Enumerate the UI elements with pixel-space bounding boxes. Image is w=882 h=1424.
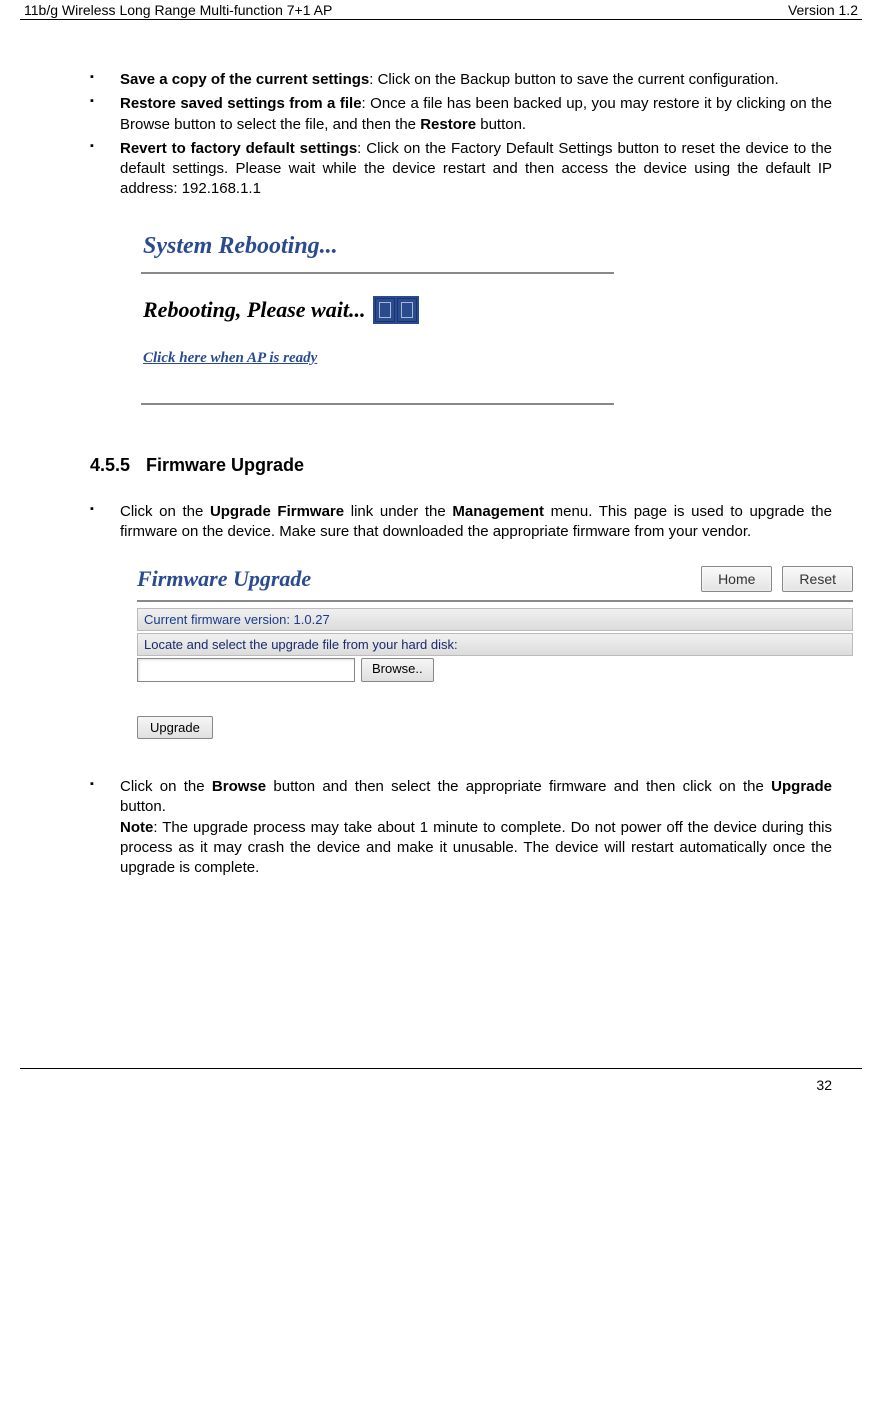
reboot-wait-text: Rebooting, Please wait... [143, 297, 365, 323]
bullet-browse-note: Click on the Browse button and then sele… [90, 777, 832, 878]
reboot-status-row: Rebooting, Please wait... [135, 274, 620, 332]
note-text: : The upgrade process may take about 1 m… [120, 819, 832, 877]
b2b: Upgrade Firmware [210, 503, 344, 520]
b2-end: button. [476, 116, 526, 133]
reboot-divider-2 [141, 403, 614, 405]
fw-divider [137, 600, 853, 602]
section-heading: 4.5.5Firmware Upgrade [90, 455, 832, 476]
b2-bold2: Restore [420, 116, 476, 133]
b3-bold: Revert to factory default settings [120, 140, 357, 157]
browse-button[interactable]: Browse.. [361, 658, 434, 682]
bullet-list-2: Click on the Upgrade Firmware link under… [90, 502, 832, 543]
b2d: Management [452, 503, 544, 520]
b3a: Click on the [120, 778, 212, 795]
countdown-icon [373, 296, 419, 324]
reboot-ready-link[interactable]: Click here when AP is ready [135, 332, 620, 375]
bullet-revert: Revert to factory default settings: Clic… [90, 139, 832, 200]
bullet-save-copy: Save a copy of the current settings: Cli… [90, 70, 832, 90]
home-button[interactable]: Home [701, 566, 772, 592]
bullet-restore: Restore saved settings from a file: Once… [90, 94, 832, 135]
fw-version-bar: Current firmware version: 1.0.27 [137, 608, 853, 631]
fw-title: Firmware Upgrade [137, 566, 691, 592]
bullet-list-1: Save a copy of the current settings: Cli… [90, 70, 832, 200]
header-right: Version 1.2 [788, 2, 858, 18]
bullet-list-3: Click on the Browse button and then sele… [90, 777, 832, 878]
reset-button[interactable]: Reset [782, 566, 853, 592]
fw-locate-bar: Locate and select the upgrade file from … [137, 633, 853, 656]
header-left: 11b/g Wireless Long Range Multi-function… [24, 2, 332, 18]
bullet-fw-intro: Click on the Upgrade Firmware link under… [90, 502, 832, 543]
page-number: 32 [816, 1077, 832, 1093]
b2-bold: Restore saved settings from a file [120, 95, 362, 112]
section-number: 4.5.5 [90, 455, 146, 476]
upgrade-button[interactable]: Upgrade [137, 716, 213, 739]
section-title: Firmware Upgrade [146, 455, 304, 475]
reboot-title: System Rebooting... [135, 225, 620, 272]
firmware-screenshot: Firmware Upgrade Home Reset Current firm… [135, 562, 855, 747]
note-label: Note [120, 819, 153, 836]
b3d: Upgrade [771, 778, 832, 795]
b1-rest: : Click on the Backup button to save the… [369, 71, 778, 88]
b2c: link under the [344, 503, 452, 520]
page-header: 11b/g Wireless Long Range Multi-function… [20, 0, 862, 20]
b3b: Browse [212, 778, 266, 795]
b1-bold: Save a copy of the current settings [120, 71, 369, 88]
page-footer: 32 [20, 1068, 862, 1113]
b3e: button. [120, 798, 166, 815]
file-path-input[interactable] [137, 658, 355, 682]
b3c: button and then select the appropriate f… [266, 778, 771, 795]
reboot-screenshot: System Rebooting... Rebooting, Please wa… [135, 225, 620, 405]
b2a: Click on the [120, 503, 210, 520]
